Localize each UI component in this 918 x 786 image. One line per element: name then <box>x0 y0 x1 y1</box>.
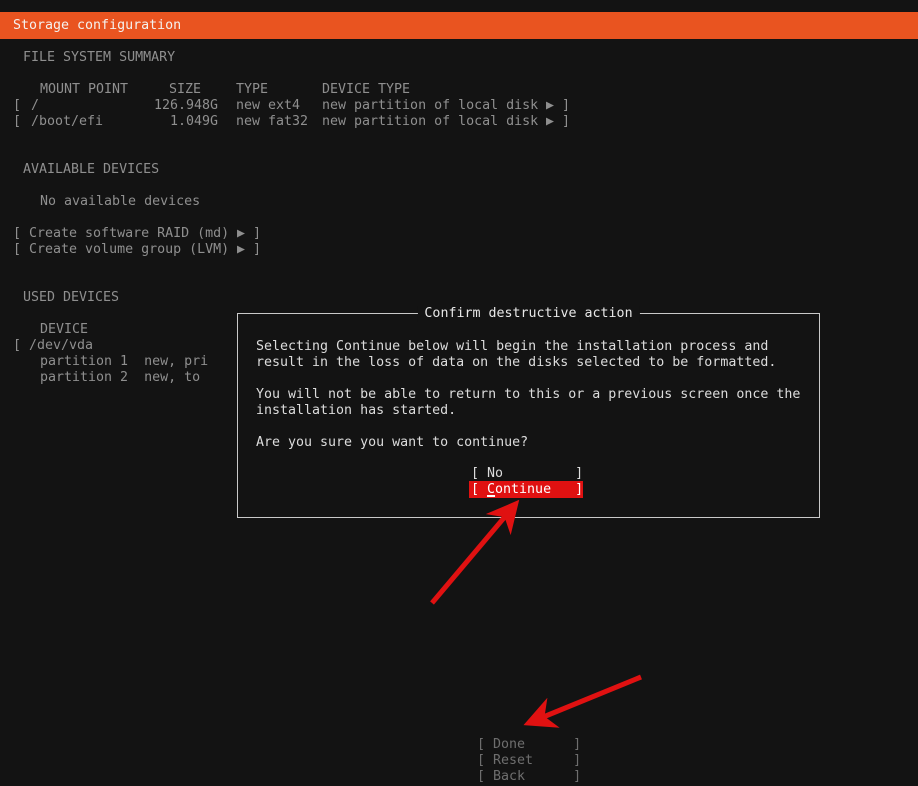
bracket-close: ] <box>253 242 261 258</box>
confirm-destructive-action-dialog: Confirm destructive action Selecting Con… <box>237 313 820 518</box>
reset-button[interactable]: [ Reset ] <box>477 753 581 769</box>
no-button[interactable]: [ No ] <box>471 466 583 482</box>
filesystem-summary-heading: FILE SYSTEM SUMMARY <box>23 50 175 66</box>
device-type-cell: new partition of local disk <box>322 114 538 130</box>
used-devices-heading: USED DEVICES <box>23 290 119 306</box>
dialog-title: Confirm destructive action <box>417 306 639 322</box>
row-bracket-open: [ <box>13 98 21 114</box>
mount-point-cell: / <box>31 98 39 114</box>
continue-button-accelerator: C <box>487 482 495 497</box>
row-bracket-close: ] <box>562 98 570 114</box>
continue-button-prefix: [ <box>471 482 487 497</box>
type-cell: new fat32 <box>236 114 308 130</box>
screen-title: Storage configuration <box>13 18 181 34</box>
annotation-arrow-continue <box>432 506 514 603</box>
device-row-dev-vda[interactable]: [ /dev/vda <box>13 338 93 354</box>
partition-row-2: partition 2 new, to <box>40 370 200 386</box>
installer-screen: Storage configuration FILE SYSTEM SUMMAR… <box>0 0 918 786</box>
type-cell: new ext4 <box>236 98 300 114</box>
create-lvm-label: [ Create volume group (LVM) <box>13 242 237 258</box>
create-raid-label: [ Create software RAID (md) <box>13 226 237 242</box>
dialog-body-line: installation has started. <box>256 403 456 419</box>
expand-icon: ▶ <box>237 226 245 242</box>
app-title-bar: Storage configuration <box>0 12 918 39</box>
continue-button[interactable]: [ Continue ] <box>469 481 583 498</box>
available-devices-heading: AVAILABLE DEVICES <box>23 162 159 178</box>
partition-row-1: partition 1 new, pri <box>40 354 208 370</box>
dialog-body-line: Selecting Continue below will begin the … <box>256 339 768 355</box>
done-button[interactable]: [ Done ] <box>477 737 581 753</box>
dialog-question: Are you sure you want to continue? <box>256 435 528 451</box>
dialog-body-line: result in the loss of data on the disks … <box>256 355 776 371</box>
col-header-device-type: DEVICE TYPE <box>322 82 410 98</box>
col-header-device: DEVICE <box>40 322 88 338</box>
col-header-size: SIZE <box>169 82 201 98</box>
col-header-type: TYPE <box>236 82 268 98</box>
expand-icon: ▶ <box>546 114 554 130</box>
annotation-arrow-done <box>531 677 641 722</box>
bracket-close: ] <box>253 226 261 242</box>
expand-icon: ▶ <box>546 98 554 114</box>
mount-point-cell: /boot/efi <box>31 114 103 130</box>
col-header-mount-point: MOUNT POINT <box>40 82 128 98</box>
row-bracket-open: [ <box>13 114 21 130</box>
size-cell: 126.948G <box>130 98 218 114</box>
row-bracket-close: ] <box>562 114 570 130</box>
device-type-cell: new partition of local disk <box>322 98 538 114</box>
size-cell: 1.049G <box>130 114 218 130</box>
no-available-devices-text: No available devices <box>40 194 200 210</box>
continue-button-rest: ontinue ] <box>495 482 583 497</box>
back-button[interactable]: [ Back ] <box>477 769 581 785</box>
expand-icon: ▶ <box>237 242 245 258</box>
dialog-body-line: You will not be able to return to this o… <box>256 387 800 403</box>
